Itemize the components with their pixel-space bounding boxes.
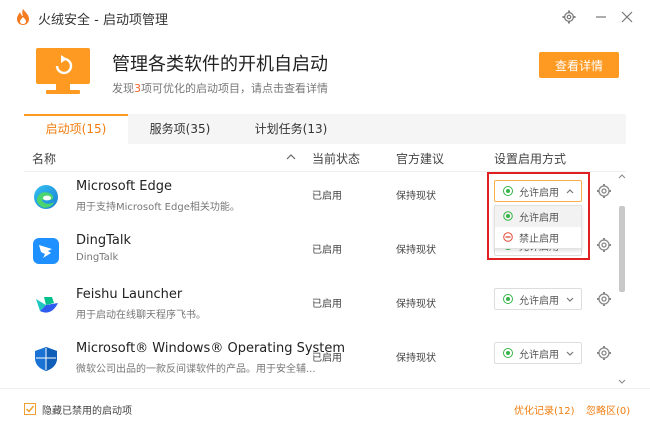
optimizable-count: 3 (134, 82, 141, 95)
option-label: 禁止启用 (519, 234, 559, 245)
table-header: 名称 当前状态 官方建议 设置启用方式 (24, 144, 626, 172)
select-value: 允许启用 (519, 188, 559, 199)
row-desc: 用于启动在线聊天程序飞书。 (76, 310, 206, 321)
close-button[interactable] (616, 6, 638, 28)
row-status: 已启用 (312, 191, 342, 202)
forbid-icon (503, 232, 513, 242)
subtitle-suffix: 项可优化的启动项目，请点击查看详情 (141, 82, 328, 95)
col-advice: 官方建议 (396, 152, 445, 166)
row-advice: 保持现状 (396, 299, 436, 310)
optimization-records-link[interactable]: 优化记录(12) (514, 402, 575, 417)
gear-icon[interactable] (596, 237, 612, 253)
startup-method-select[interactable]: 允许启用 (494, 288, 582, 310)
scrollbar[interactable] (618, 172, 626, 386)
windows-defender-icon (35, 347, 57, 371)
sort-up-icon[interactable] (286, 153, 296, 161)
row-status: 已启用 (312, 353, 342, 364)
row-name: DingTalk (76, 233, 132, 248)
minimize-icon (596, 16, 606, 18)
subtitle-prefix: 发现 (112, 82, 134, 95)
scroll-thumb[interactable] (619, 206, 625, 292)
settings-button[interactable] (558, 6, 580, 28)
edge-icon (34, 185, 58, 209)
allow-icon (503, 294, 513, 304)
allow-icon (503, 348, 513, 358)
title-bar: 火绒安全 - 启动项管理 (0, 0, 650, 34)
chevron-down-icon (566, 351, 574, 356)
banner-subtitle: 发现3项可优化的启动项目，请点击查看详情 (112, 80, 328, 96)
row-name: Microsoft Edge (76, 179, 173, 194)
monitor-startup-icon (36, 48, 90, 94)
col-status: 当前状态 (312, 152, 361, 166)
view-details-button[interactable]: 查看详情 (539, 52, 619, 78)
allow-icon (503, 186, 513, 196)
dingtalk-icon (33, 238, 59, 264)
allow-icon (503, 211, 513, 221)
row-desc: 微软公司出品的一款反间谍软件的产品。用于安全辅... (76, 364, 316, 375)
option-allow[interactable]: 允许启用 (495, 206, 581, 227)
tab-scheduled-tasks[interactable]: 计划任务(13) (232, 114, 350, 144)
banner-heading: 管理各类软件的开机自启动 (112, 54, 328, 75)
window-title: 火绒安全 - 启动项管理 (38, 13, 168, 28)
scroll-up-icon[interactable] (618, 172, 626, 182)
option-label: 允许启用 (519, 213, 559, 224)
feishu-icon (36, 297, 58, 313)
col-method: 设置启用方式 (494, 152, 567, 166)
tab-startup-items[interactable]: 启动项(15) (24, 114, 128, 144)
table-row: Feishu Launcher 用于启动在线聊天程序飞书。 已启用 保持现状 允… (24, 280, 612, 334)
footer: 隐藏已禁用的启动项 优化记录(12) 忽略区(0) (0, 388, 650, 428)
row-advice: 保持现状 (396, 245, 436, 256)
select-value: 允许启用 (519, 350, 559, 361)
row-name: Microsoft® Windows® Operating System (76, 341, 346, 356)
chevron-up-icon (566, 189, 574, 194)
gear-icon[interactable] (596, 183, 612, 199)
ignore-zone-link[interactable]: 忽略区(0) (586, 402, 630, 417)
row-status: 已启用 (312, 299, 342, 310)
checkmark-icon (25, 405, 35, 413)
gear-icon (562, 10, 576, 24)
tab-bar: 启动项(15) 服务项(35) 计划任务(13) (24, 114, 626, 144)
gear-icon[interactable] (596, 291, 612, 307)
close-icon (621, 11, 633, 23)
startup-method-select[interactable]: 允许启用 (494, 342, 582, 364)
row-desc: 用于支持Microsoft Edge相关功能。 (76, 202, 240, 213)
row-desc: DingTalk (76, 252, 119, 263)
chevron-down-icon (566, 297, 574, 302)
row-advice: 保持现状 (396, 191, 436, 202)
option-forbid[interactable]: 禁止启用 (495, 227, 581, 248)
gear-icon[interactable] (596, 345, 612, 361)
scroll-down-icon[interactable] (618, 376, 626, 386)
hide-disabled-checkbox[interactable] (24, 403, 36, 415)
col-name[interactable]: 名称 (32, 150, 56, 167)
select-value: 允许启用 (519, 296, 559, 307)
row-status: 已启用 (312, 245, 342, 256)
minimize-button[interactable] (590, 6, 612, 28)
row-advice: 保持现状 (396, 353, 436, 364)
startup-method-select[interactable]: 允许启用 (494, 180, 582, 202)
startup-method-dropdown: 允许启用 禁止启用 (494, 205, 582, 249)
table-row: Microsoft® Windows® Operating System 微软公… (24, 334, 612, 388)
row-name: Feishu Launcher (76, 287, 183, 302)
tab-services[interactable]: 服务项(35) (128, 114, 232, 144)
hide-disabled-label[interactable]: 隐藏已禁用的启动项 (42, 402, 132, 417)
huorong-logo-icon (17, 9, 29, 25)
